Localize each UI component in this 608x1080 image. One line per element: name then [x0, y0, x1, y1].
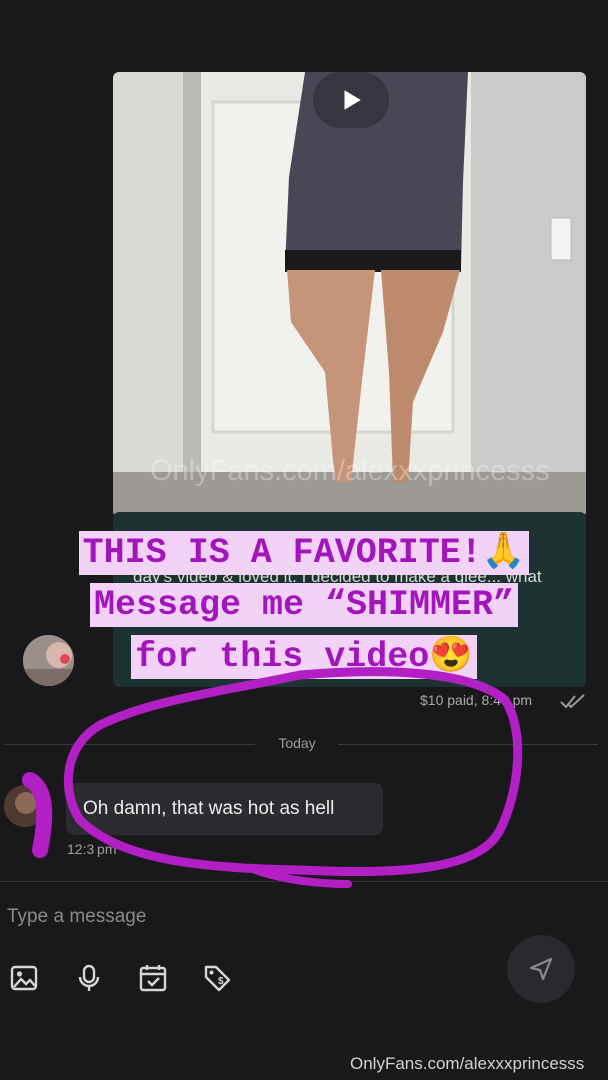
avatar[interactable]	[4, 785, 46, 827]
avatar-photo	[23, 635, 74, 686]
watermark: OnlyFans.com/alexxxprincesss	[350, 1054, 585, 1073]
video-thumbnail[interactable]: OnlyFans.com/alexxxprincesss	[113, 72, 586, 517]
svg-text:$: $	[218, 976, 224, 987]
price-tag-icon: $	[204, 965, 231, 992]
play-button[interactable]	[313, 72, 389, 128]
incoming-message-bubble[interactable]: Oh damn, that was hot as hell	[66, 783, 383, 835]
calendar-check-icon	[139, 965, 167, 992]
divider	[5, 744, 255, 745]
send-icon	[529, 957, 553, 981]
divider	[0, 881, 608, 882]
set-price-button[interactable]: $	[202, 963, 232, 993]
double-check-icon	[560, 694, 585, 709]
message-text: day's video & loved it. I decided to mak…	[133, 567, 542, 606]
image-icon	[10, 965, 38, 991]
outgoing-message-bubble[interactable]: day's video & loved it. I decided to mak…	[113, 512, 586, 687]
voice-message-button[interactable]	[74, 963, 104, 993]
message-text: Oh damn, that was hot as hell	[83, 798, 335, 819]
attach-image-button[interactable]	[9, 963, 39, 993]
send-button[interactable]	[507, 935, 575, 1003]
message-timestamp: 12:3 pm	[67, 841, 117, 857]
video-still-image	[113, 72, 586, 517]
message-price-status: $10 paid, 8:46 pm	[420, 692, 533, 708]
video-watermark: OnlyFans.com/alexxxprincesss	[150, 455, 550, 487]
microphone-icon	[78, 964, 100, 991]
schedule-button[interactable]	[138, 963, 168, 993]
divider	[338, 744, 598, 745]
day-divider-label: Today	[278, 735, 316, 751]
avatar[interactable]	[23, 635, 74, 686]
play-icon	[344, 90, 361, 110]
avatar-photo	[4, 785, 46, 827]
message-input[interactable]	[0, 897, 487, 937]
